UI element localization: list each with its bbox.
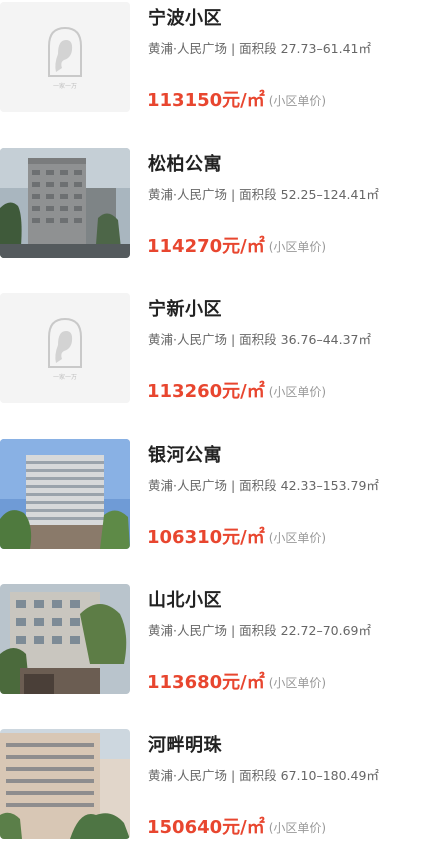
unit-price: 113150元/㎡ (小区单价) xyxy=(147,90,327,111)
community-name: 河畔明珠 xyxy=(148,735,222,756)
price-note: (小区单价) xyxy=(268,240,327,254)
svg-text:一家一万: 一家一万 xyxy=(53,373,77,381)
community-meta: 黄浦·人民广场 | 面积段 22.72–70.69㎡ xyxy=(148,623,371,638)
community-name: 宁新小区 xyxy=(148,299,222,320)
community-name: 银河公寓 xyxy=(148,445,222,466)
community-photo xyxy=(0,439,130,549)
community-name: 松柏公寓 xyxy=(148,154,222,175)
price-note: (小区单价) xyxy=(268,385,327,399)
building-photo-icon xyxy=(0,584,130,694)
svg-text:一家一万: 一家一万 xyxy=(53,82,77,90)
unit-price: 150640元/㎡ (小区单价) xyxy=(147,817,327,838)
placeholder-logo-icon: 一家一万 xyxy=(0,293,130,403)
price-note: (小区单价) xyxy=(268,531,327,545)
unit-price: 106310元/㎡ (小区单价) xyxy=(147,527,327,548)
list-item[interactable]: 山北小区 黄浦·人民广场 | 面积段 22.72–70.69㎡ 113680元/… xyxy=(0,584,423,696)
community-name: 山北小区 xyxy=(148,590,222,611)
community-meta: 黄浦·人民广场 | 面积段 42.33–153.79㎡ xyxy=(148,478,379,493)
building-photo-icon xyxy=(0,148,130,258)
list-item[interactable]: 银河公寓 黄浦·人民广场 | 面积段 42.33–153.79㎡ 106310元… xyxy=(0,439,423,551)
building-photo-icon xyxy=(0,729,130,839)
building-photo-icon xyxy=(0,439,130,549)
price-note: (小区单价) xyxy=(268,676,327,690)
list-item[interactable]: 一家一万 宁新小区 黄浦·人民广场 | 面积段 36.76–44.37㎡ 113… xyxy=(0,293,423,405)
placeholder-image: 一家一万 xyxy=(0,2,130,112)
list-item[interactable]: 河畔明珠 黄浦·人民广场 | 面积段 67.10–180.49㎡ 150640元… xyxy=(0,729,423,841)
unit-price: 113260元/㎡ (小区单价) xyxy=(147,381,327,402)
community-meta: 黄浦·人民广场 | 面积段 52.25–124.41㎡ xyxy=(148,187,379,202)
community-meta: 黄浦·人民广场 | 面积段 27.73–61.41㎡ xyxy=(148,41,371,56)
community-photo xyxy=(0,729,130,839)
unit-price: 113680元/㎡ (小区单价) xyxy=(147,672,327,693)
community-photo xyxy=(0,148,130,258)
community-photo xyxy=(0,584,130,694)
price-note: (小区单价) xyxy=(268,821,327,835)
placeholder-logo-icon: 一家一万 xyxy=(0,2,130,112)
placeholder-image: 一家一万 xyxy=(0,293,130,403)
community-name: 宁波小区 xyxy=(148,8,222,29)
community-meta: 黄浦·人民广场 | 面积段 36.76–44.37㎡ xyxy=(148,332,371,347)
list-item[interactable]: 松柏公寓 黄浦·人民广场 | 面积段 52.25–124.41㎡ 114270元… xyxy=(0,148,423,260)
unit-price: 114270元/㎡ (小区单价) xyxy=(147,236,327,257)
list-item[interactable]: 一家一万 宁波小区 黄浦·人民广场 | 面积段 27.73–61.41㎡ 113… xyxy=(0,2,423,114)
community-list: 一家一万 宁波小区 黄浦·人民广场 | 面积段 27.73–61.41㎡ 113… xyxy=(0,0,423,848)
price-note: (小区单价) xyxy=(268,94,327,108)
community-meta: 黄浦·人民广场 | 面积段 67.10–180.49㎡ xyxy=(148,768,379,783)
